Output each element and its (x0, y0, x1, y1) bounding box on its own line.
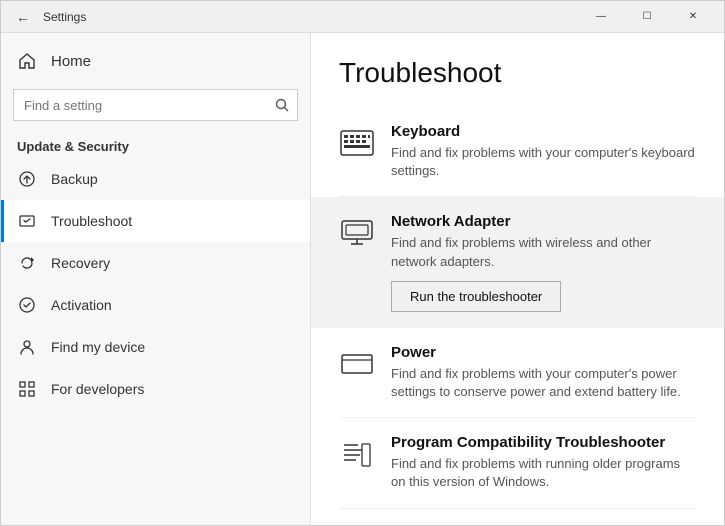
home-label: Home (51, 53, 91, 70)
power-title: Power (391, 344, 696, 361)
sidebar-item-recovery[interactable]: Recovery (1, 242, 310, 284)
titlebar-title: Settings (37, 10, 578, 24)
troubleshoot-item-network: Network Adapter Find and fix problems wi… (311, 197, 724, 327)
sidebar-item-troubleshoot[interactable]: Troubleshoot (1, 200, 310, 242)
sidebar-item-activation[interactable]: Activation (1, 284, 310, 326)
power-content: Power Find and fix problems with your co… (391, 344, 696, 401)
troubleshoot-item-keyboard: Keyboard Find and fix problems with your… (339, 107, 696, 197)
network-adapter-icon (339, 215, 375, 251)
backup-icon (17, 169, 37, 189)
run-troubleshooter-button[interactable]: Run the troubleshooter (391, 281, 561, 312)
keyboard-desc: Find and fix problems with your computer… (391, 144, 696, 180)
network-title: Network Adapter (391, 213, 696, 230)
sidebar-item-home[interactable]: Home (1, 41, 310, 81)
main-panel: Troubleshoot (311, 33, 724, 525)
close-button[interactable]: ✕ (670, 1, 716, 33)
sidebar-item-developers-label: For developers (51, 381, 144, 397)
search-input[interactable] (13, 89, 298, 121)
sidebar-item-developers[interactable]: For developers (1, 368, 310, 410)
titlebar: ← Settings — ☐ ✕ (1, 1, 724, 33)
compat-content: Program Compatibility Troubleshooter Fin… (391, 434, 696, 491)
minimize-button[interactable]: — (578, 1, 624, 33)
network-desc: Find and fix problems with wireless and … (391, 234, 696, 270)
troubleshoot-item-power: Power Find and fix problems with your co… (339, 328, 696, 418)
compat-title: Program Compatibility Troubleshooter (391, 434, 696, 451)
settings-window: ← Settings — ☐ ✕ Home (0, 0, 725, 526)
page-title: Troubleshoot (339, 57, 696, 89)
home-icon (17, 51, 37, 71)
troubleshoot-icon (17, 211, 37, 231)
sidebar-item-finddevice-label: Find my device (51, 339, 145, 355)
power-icon (339, 346, 375, 382)
recovery-icon (17, 253, 37, 273)
window-controls: — ☐ ✕ (578, 1, 716, 33)
sidebar-item-troubleshoot-label: Troubleshoot (51, 213, 132, 229)
keyboard-icon (339, 125, 375, 161)
back-button[interactable]: ← (9, 3, 37, 31)
developers-icon (17, 379, 37, 399)
finddevice-icon (17, 337, 37, 357)
maximize-button[interactable]: ☐ (624, 1, 670, 33)
sidebar-item-backup[interactable]: Backup (1, 158, 310, 200)
section-label: Update & Security (1, 133, 310, 158)
keyboard-content: Keyboard Find and fix problems with your… (391, 123, 696, 180)
sidebar-item-recovery-label: Recovery (51, 255, 110, 271)
troubleshoot-item-compat: Program Compatibility Troubleshooter Fin… (339, 418, 696, 508)
keyboard-title: Keyboard (391, 123, 696, 140)
sidebar-item-activation-label: Activation (51, 297, 112, 313)
activation-icon (17, 295, 37, 315)
sidebar: Home Update & Security (1, 33, 311, 525)
network-content: Network Adapter Find and fix problems wi… (391, 213, 696, 311)
content-area: Home Update & Security (1, 33, 724, 525)
power-desc: Find and fix problems with your computer… (391, 365, 696, 401)
sidebar-item-backup-label: Backup (51, 171, 98, 187)
sidebar-item-finddevice[interactable]: Find my device (1, 326, 310, 368)
search-container (13, 89, 298, 121)
compat-icon (339, 436, 375, 472)
search-button[interactable] (266, 89, 298, 121)
compat-desc: Find and fix problems with running older… (391, 455, 696, 491)
